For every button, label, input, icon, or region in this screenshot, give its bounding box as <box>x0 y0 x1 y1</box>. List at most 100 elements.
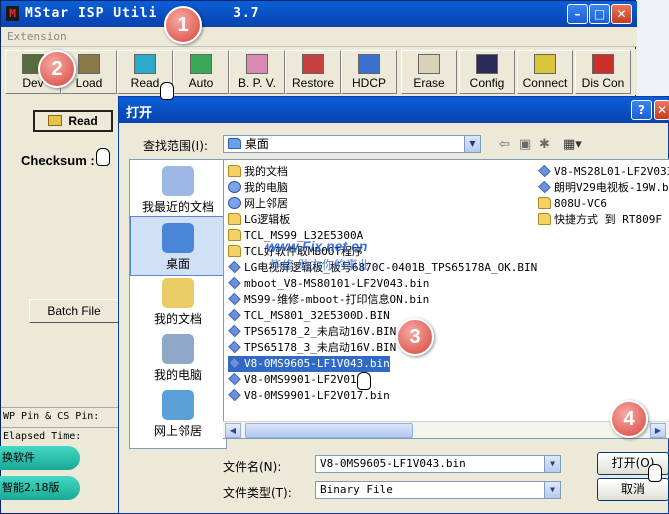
minimize-button[interactable]: – <box>567 4 588 24</box>
dialog-close-button[interactable]: ✕ <box>654 100 669 120</box>
place-my-computer[interactable]: 我的电脑 <box>130 328 226 388</box>
list-item[interactable]: LG逻辑板 <box>228 212 290 228</box>
folder-icon <box>228 165 241 177</box>
view-menu-icon[interactable]: ▦▾ <box>563 137 582 152</box>
hand-cursor-icon <box>96 148 110 166</box>
toolbar-restore-button[interactable]: Restore <box>285 50 341 94</box>
desktop-small-icon <box>228 138 241 149</box>
binary-file-icon <box>228 356 241 370</box>
menu-bar: Extension <box>1 27 637 47</box>
taskbar-item-smart[interactable]: 智能2.18版 <box>0 476 80 500</box>
back-icon[interactable]: ⇦ <box>499 137 510 152</box>
hdcp-icon <box>358 54 380 74</box>
status-wp-pin: WP Pin & CS Pin: <box>1 407 129 425</box>
toolbar-config-button[interactable]: Config <box>459 50 515 94</box>
toolbar-auto-button[interactable]: Auto <box>173 50 229 94</box>
list-item[interactable]: MS99-维修-mboot-打印信息ON.bin <box>228 292 429 308</box>
horizontal-scrollbar[interactable]: ◀ ▶ <box>223 421 669 438</box>
taskbar-item-converter[interactable]: 换软件 <box>0 446 80 470</box>
list-item[interactable]: V8-0MS9901-LF2V016. <box>228 372 370 388</box>
binary-file-icon <box>228 276 241 290</box>
hand-cursor-icon <box>160 82 174 100</box>
step-callout-2: 2 <box>38 50 76 88</box>
places-bar: 我最近的文档 桌面 我的文档 我的电脑 网上邻居 <box>129 159 227 449</box>
list-item[interactable]: V8-MS28L01-LF2V033.b <box>538 164 669 180</box>
toolbar-erase-button[interactable]: Erase <box>401 50 457 94</box>
place-desktop[interactable]: 桌面 <box>130 216 226 276</box>
list-item[interactable]: 我的文档 <box>228 164 288 180</box>
list-item[interactable]: 我的电脑 <box>228 180 288 196</box>
filename-input[interactable]: V8-0MS9605-LF1V043.bin ▼ <box>315 455 561 473</box>
chevron-down-icon: ▼ <box>544 482 560 498</box>
load-icon <box>78 54 100 74</box>
recent-icon <box>162 166 194 196</box>
look-in-dropdown[interactable]: 桌面 ▼ <box>223 135 481 153</box>
place-network[interactable]: 网上邻居 <box>130 384 226 444</box>
connect-icon <box>534 54 556 74</box>
binary-file-icon <box>228 372 241 386</box>
up-folder-icon[interactable]: ▣ <box>519 137 531 152</box>
file-list[interactable]: 我的文档 我的电脑 网上邻居 LG逻辑板 TCL_MS99_L32E5300A … <box>223 159 669 439</box>
place-my-documents[interactable]: 我的文档 <box>130 272 226 332</box>
list-item[interactable]: mboot_V8-MS80101-LF2V043.bin <box>228 276 429 292</box>
binary-file-icon <box>228 340 241 354</box>
toolbar-bpv-button[interactable]: B. P. V. <box>229 50 285 94</box>
app-logo-icon: M <box>6 6 19 21</box>
close-button[interactable]: ✕ <box>611 4 632 24</box>
list-item[interactable]: 网上邻居 <box>228 196 288 212</box>
step-callout-4: 4 <box>610 400 648 438</box>
binary-file-icon <box>228 292 241 306</box>
help-button[interactable]: ? <box>631 100 652 120</box>
left-panel <box>1 97 129 442</box>
open-file-dialog: 打开 ? ✕ 查找范围(I): 桌面 ▼ ⇦ ▣ ✱ ▦▾ 我最近的文档 桌面 … <box>118 96 669 514</box>
menu-extension[interactable]: Extension <box>7 30 67 43</box>
binary-file-icon <box>538 180 551 194</box>
batch-file-button[interactable]: Batch File <box>29 299 119 323</box>
erase-icon <box>418 54 440 74</box>
folder-icon <box>538 197 551 209</box>
desktop-icon <box>162 223 194 253</box>
list-item[interactable]: TPS65178_3_未启动16V.BIN <box>228 340 396 356</box>
watermark-slogan: 毕修·助力你的事业 <box>270 258 370 272</box>
toolbar-connect-button[interactable]: Connect <box>517 50 573 94</box>
list-item-selected[interactable]: V8-0MS9605-LF1V043.bin <box>228 356 390 372</box>
look-in-label: 查找范围(I): <box>143 139 208 153</box>
my-documents-icon <box>162 278 194 308</box>
filetype-label: 文件类型(T): <box>223 486 292 500</box>
watermark-url: www.Fix.net.cn <box>266 238 368 254</box>
binary-file-icon <box>228 324 241 338</box>
list-item[interactable]: 808U-VC6 <box>538 196 607 212</box>
place-recent[interactable]: 我最近的文档 <box>130 160 226 220</box>
binary-file-icon <box>538 164 551 178</box>
scroll-right-icon[interactable]: ▶ <box>650 423 666 438</box>
scroll-thumb[interactable] <box>245 423 413 438</box>
filetype-select[interactable]: Binary File ▼ <box>315 481 561 499</box>
chevron-down-icon: ▼ <box>544 456 560 472</box>
auto-icon <box>190 54 212 74</box>
disconnect-icon <box>592 54 614 74</box>
list-item[interactable]: TCL_MS801_32E5300D.BIN <box>228 308 390 324</box>
hand-cursor-icon <box>357 372 371 390</box>
maximize-button[interactable]: □ <box>589 4 610 24</box>
restore-icon <box>302 54 324 74</box>
hand-cursor-icon <box>648 464 662 482</box>
chevron-down-icon: ▼ <box>464 136 480 152</box>
list-item[interactable]: 快捷方式 到 RT809F <box>538 212 662 228</box>
toolbar-disconnect-button[interactable]: Dis Con <box>575 50 631 94</box>
folder-open-icon <box>48 115 63 126</box>
my-computer-icon <box>162 334 194 364</box>
bpv-icon <box>246 54 268 74</box>
list-item[interactable]: 朗明V29电视板-19W.b <box>538 180 669 196</box>
toolbar-hdcp-button[interactable]: HDCP <box>341 50 397 94</box>
binary-file-icon <box>228 308 241 322</box>
config-icon <box>476 54 498 74</box>
step-callout-1: 1 <box>164 6 202 44</box>
new-folder-icon[interactable]: ✱ <box>539 137 550 152</box>
binary-file-icon <box>228 260 241 274</box>
list-item[interactable]: TPS65178_2_未启动16V.BIN <box>228 324 396 340</box>
dialog-title: 打开 <box>126 106 153 121</box>
scroll-left-icon[interactable]: ◀ <box>225 423 241 438</box>
list-item[interactable]: V8-0MS9901-LF2V017.bin <box>228 388 390 404</box>
read-icon <box>134 54 156 74</box>
read-button[interactable]: Read <box>33 110 113 132</box>
